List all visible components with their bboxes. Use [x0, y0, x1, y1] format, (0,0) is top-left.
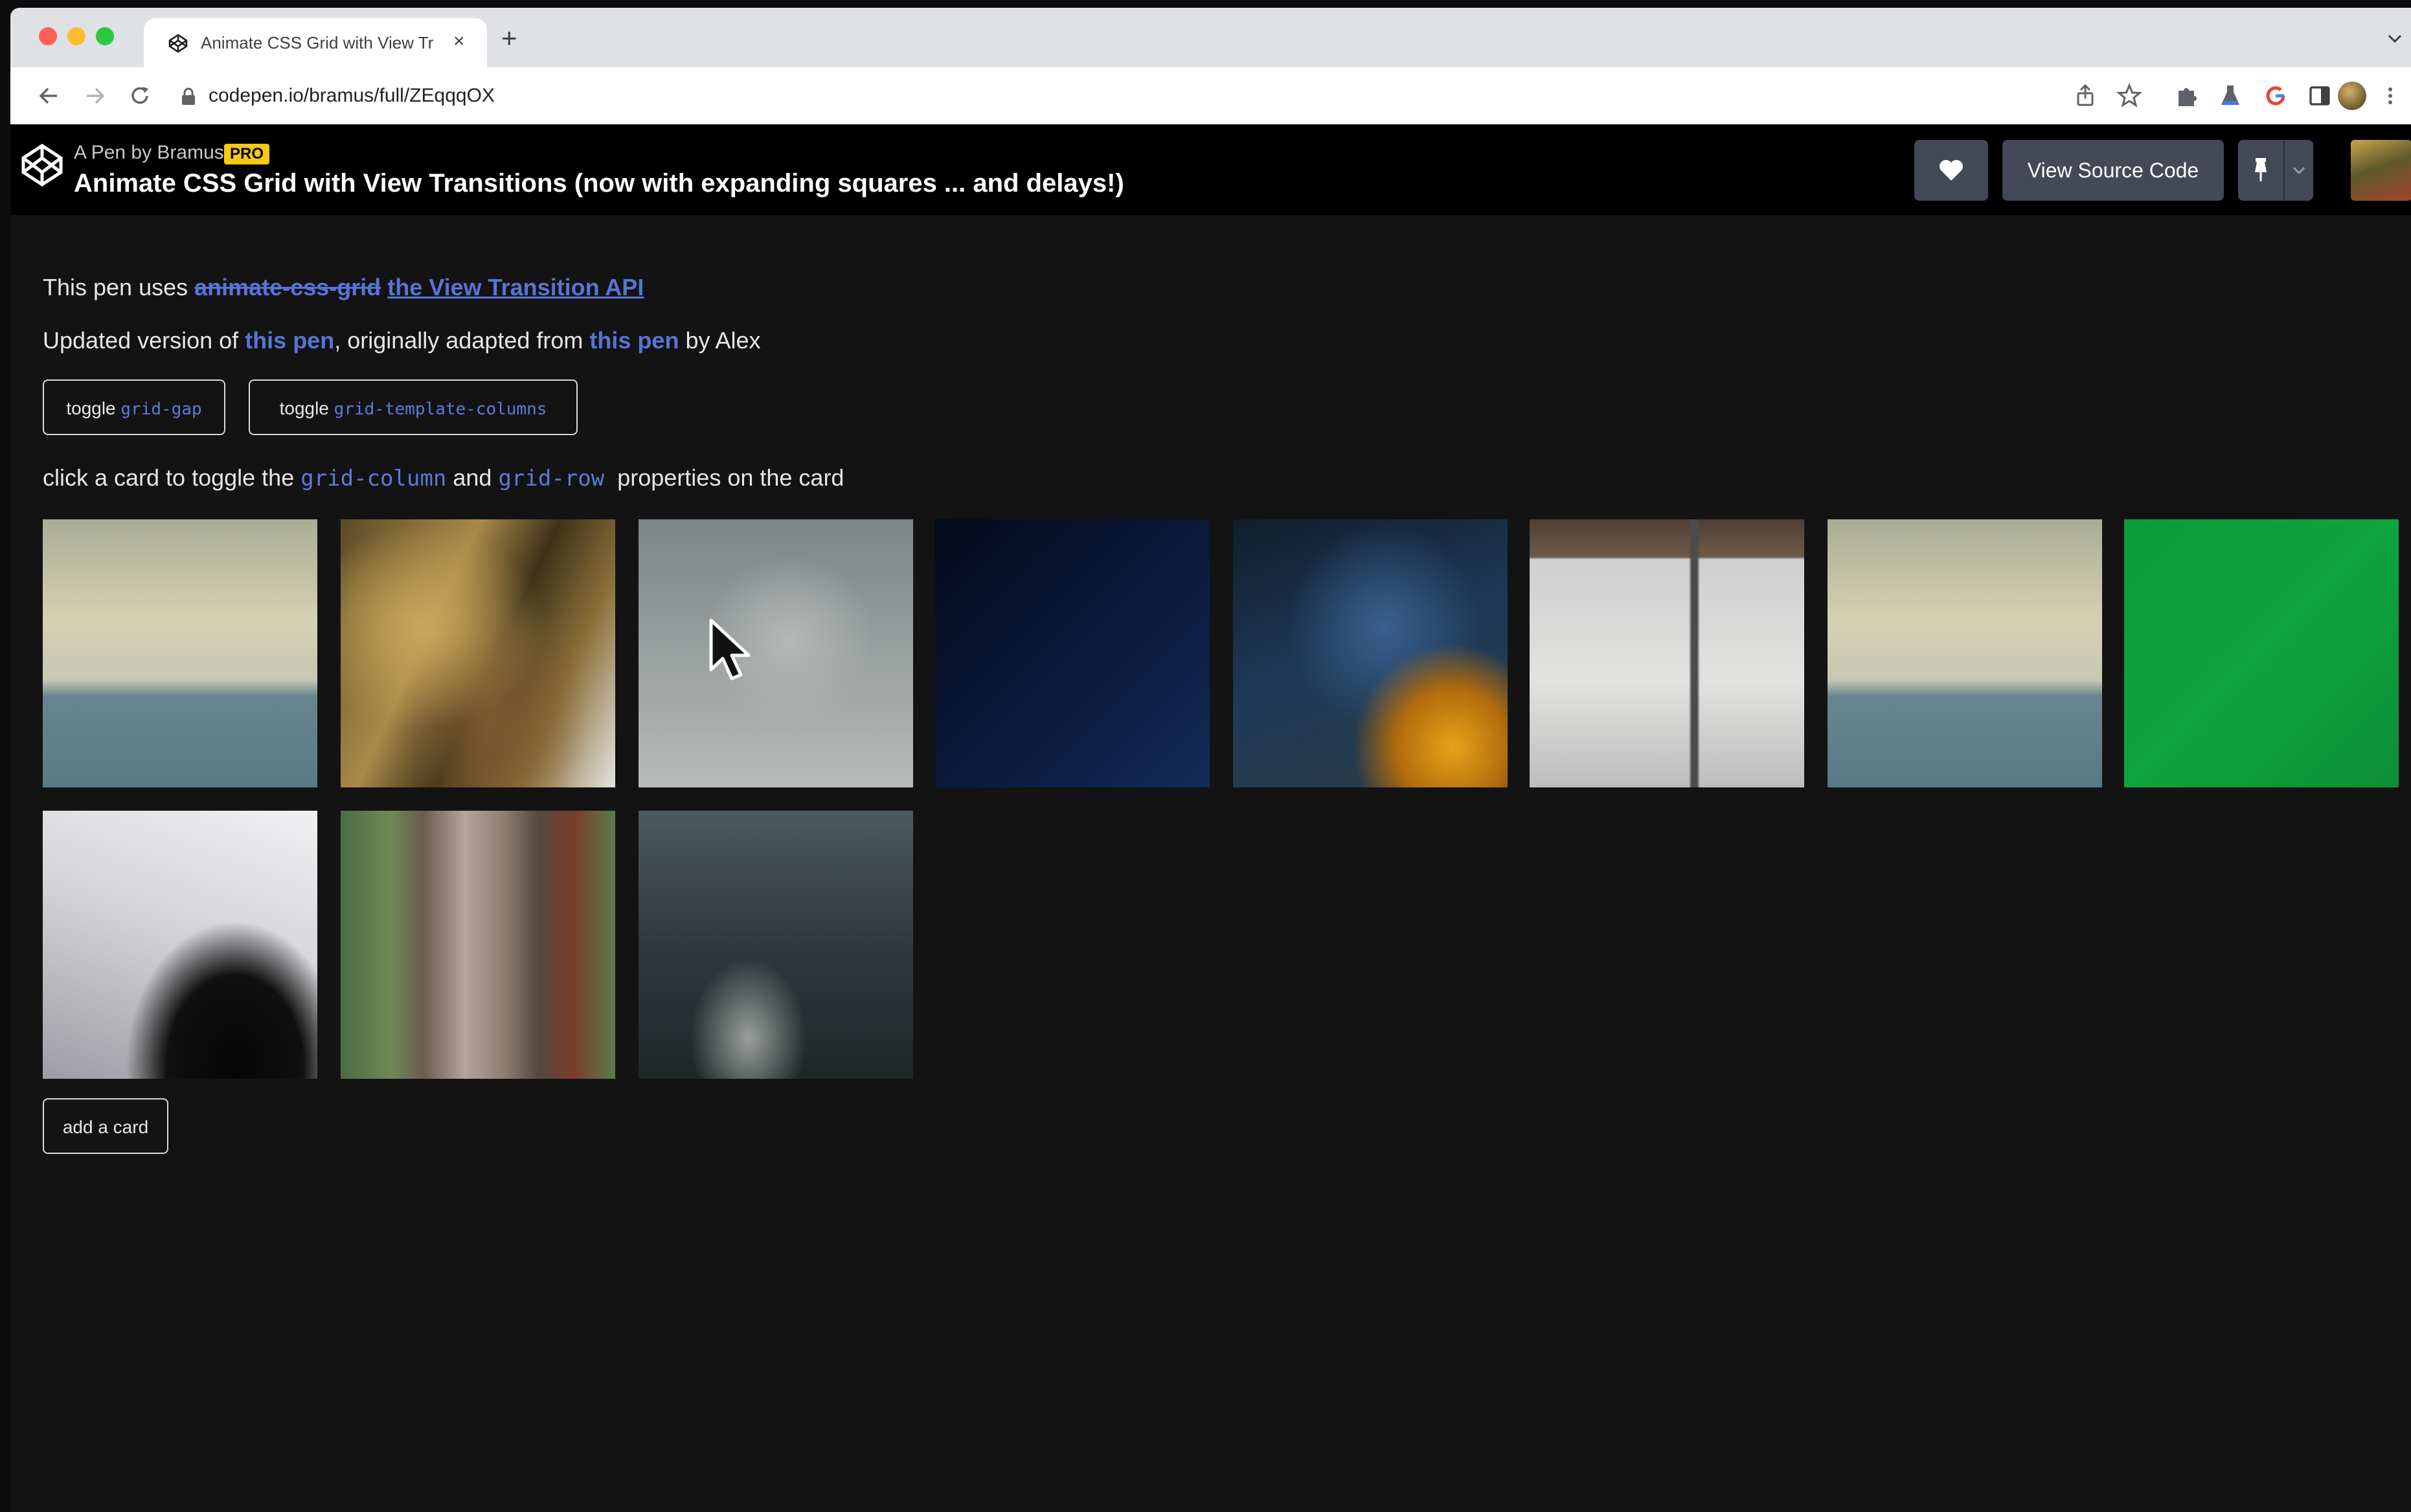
tab-bar: Animate CSS Grid with View Tr × + [10, 8, 2411, 67]
back-arrow-icon[interactable] [36, 83, 62, 109]
pin-button[interactable] [2238, 140, 2313, 201]
button-code: grid-gap [120, 400, 202, 419]
maximize-window-button[interactable] [96, 27, 114, 45]
side-panel-icon[interactable] [2305, 82, 2334, 110]
google-extension-icon[interactable] [2261, 82, 2290, 110]
pen-author-byline[interactable]: A Pen by Bramus [74, 141, 224, 164]
mouse-cursor-icon [709, 618, 751, 681]
card-white-surface[interactable] [43, 811, 317, 1079]
button-label: toggle [279, 398, 329, 418]
intro-text: , originally adapted from [334, 327, 590, 354]
card-sea-horizon-2[interactable] [1828, 519, 2102, 787]
tab-title: Animate CSS Grid with View Tr [201, 33, 434, 52]
toggle-grid-template-columns-button[interactable]: toggle grid-template-columns [249, 379, 578, 435]
card-white-truck[interactable] [1530, 519, 1804, 787]
chevron-down-icon[interactable] [2386, 30, 2403, 47]
this-pen-link-2[interactable]: this pen [589, 327, 679, 354]
instruction-text: click a card to toggle the [43, 464, 301, 491]
button-label: toggle [66, 398, 116, 418]
card-green[interactable] [2124, 519, 2399, 787]
profile-avatar[interactable] [2338, 82, 2366, 110]
card-dark-blue[interactable] [935, 519, 1210, 787]
chevron-down-icon[interactable] [2291, 163, 2307, 178]
like-button[interactable] [1914, 140, 1988, 201]
add-card-button[interactable]: add a card [43, 1098, 168, 1154]
card-palm-tree[interactable] [341, 519, 615, 787]
pin-icon [2255, 158, 2267, 181]
pro-badge: PRO [224, 144, 269, 164]
user-avatar[interactable] [2351, 140, 2411, 201]
card-tree-bark[interactable] [341, 811, 615, 1079]
card-dark-blur[interactable] [639, 811, 913, 1079]
codepen-logo-icon[interactable] [19, 142, 65, 188]
bookmark-star-icon[interactable] [2115, 82, 2144, 110]
extensions-puzzle-icon[interactable] [2172, 82, 2201, 110]
animate-css-grid-link[interactable]: animate-css-grid [194, 274, 381, 300]
grid-row-code: grid-row [498, 466, 605, 491]
share-icon[interactable] [2071, 82, 2100, 110]
intro-updated-line: Updated version of this pen, originally … [43, 326, 761, 355]
labs-flask-icon[interactable] [2216, 82, 2245, 110]
heart-icon [1940, 160, 1963, 181]
codepen-header: A Pen by Bramus PRO Animate CSS Grid wit… [10, 124, 2411, 215]
close-window-button[interactable] [39, 27, 57, 45]
intro-uses-line: This pen uses animate-css-grid the View … [43, 273, 644, 302]
card-yellow-car[interactable] [1233, 519, 1508, 787]
browser-tab-active[interactable]: Animate CSS Grid with View Tr × [144, 18, 487, 67]
pin-divider [2283, 140, 2285, 201]
intro-text: by Alex [679, 327, 761, 354]
minimize-window-button[interactable] [67, 27, 85, 45]
button-code: grid-template-columns [334, 400, 547, 419]
new-tab-button[interactable]: + [501, 25, 517, 52]
toggle-grid-gap-button[interactable]: toggle grid-gap [43, 379, 225, 435]
forward-arrow-icon[interactable] [82, 83, 108, 109]
pen-title: Animate CSS Grid with View Transitions (… [74, 169, 1124, 197]
codepen-favicon-icon [168, 34, 188, 53]
view-transition-api-link[interactable]: the View Transition API [387, 274, 644, 300]
intro-text: Updated version of [43, 327, 245, 354]
card-sea-horizon-1[interactable] [43, 519, 317, 787]
browser-toolbar: codepen.io/bramus/full/ZEqqqOX [10, 67, 2411, 125]
instruction-text: and [446, 464, 499, 491]
view-source-code-button[interactable]: View Source Code [2002, 140, 2224, 201]
reload-icon[interactable] [127, 83, 153, 109]
grid-column-code: grid-column [300, 466, 447, 491]
pen-preview: This pen uses animate-css-grid the View … [10, 215, 2411, 1512]
browser-window: Animate CSS Grid with View Tr × + codepe… [10, 8, 2411, 1512]
tab-close-icon[interactable]: × [453, 30, 465, 53]
this-pen-link-1[interactable]: this pen [245, 327, 334, 354]
card-cloudy-sky[interactable] [639, 519, 913, 787]
lock-icon[interactable] [180, 87, 197, 106]
instruction-text: properties on the card [604, 464, 844, 491]
instruction-line: click a card to toggle the grid-column a… [43, 464, 844, 493]
browser-menu-icon[interactable] [2381, 82, 2400, 110]
intro-text: This pen uses [43, 274, 195, 300]
address-bar[interactable]: codepen.io/bramus/full/ZEqqqOX [209, 83, 495, 109]
